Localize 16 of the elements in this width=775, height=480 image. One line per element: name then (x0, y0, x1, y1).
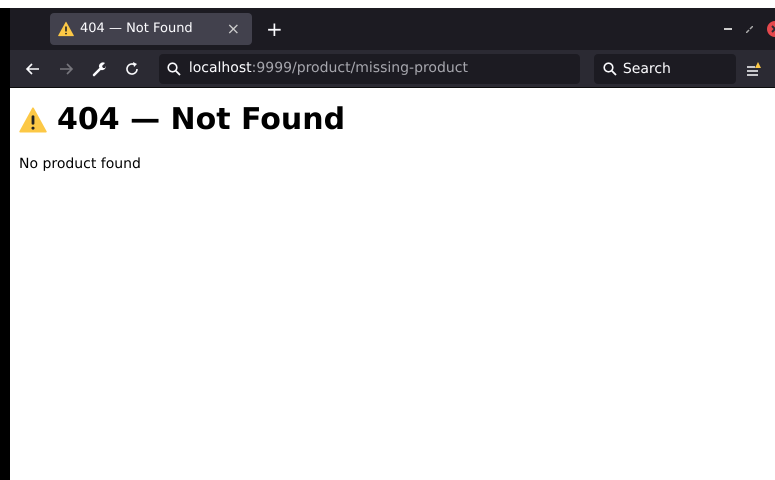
message-text: No product found (19, 155, 142, 174)
restore-icon[interactable] (746, 26, 753, 32)
browser-tab[interactable]: 404 — Not Found × (50, 13, 252, 45)
reload-icon[interactable] (124, 60, 140, 76)
search-icon (602, 62, 617, 76)
search-icon (166, 62, 181, 76)
close-tab-button[interactable]: × (222, 17, 244, 41)
warning-icon (58, 21, 74, 37)
wrench-icon[interactable] (91, 60, 107, 76)
back-icon[interactable] (24, 60, 41, 76)
search-field[interactable]: Search (594, 54, 736, 84)
url-field[interactable]: localhost:9999/product/missing-product (158, 54, 580, 84)
page-heading: 404 — Not Found (57, 102, 346, 138)
new-tab-button[interactable]: + (260, 14, 289, 44)
menu-icon[interactable] (746, 60, 762, 76)
warning-icon (19, 106, 47, 134)
